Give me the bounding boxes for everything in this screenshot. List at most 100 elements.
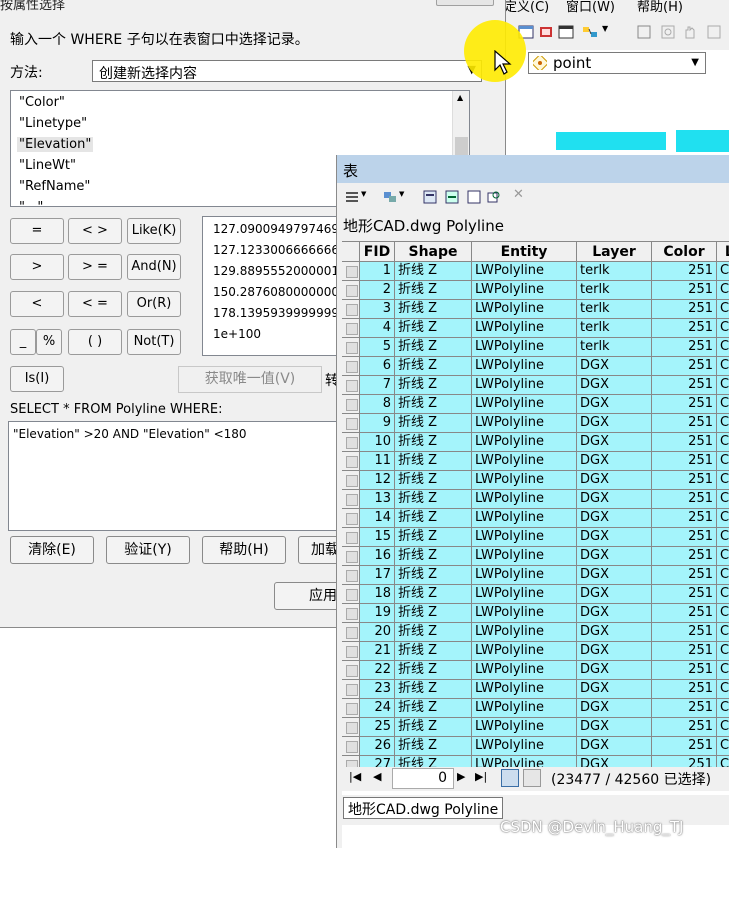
table-cell[interactable]: 折线 Z	[395, 737, 472, 756]
table-cell[interactable]: LWPolyline	[472, 376, 577, 395]
field-item[interactable]: "LineWt"	[17, 158, 78, 173]
percent-button[interactable]: %	[36, 329, 62, 355]
field-item-selected[interactable]: "Elevation"	[17, 137, 94, 152]
table-cell[interactable]: LWPolyline	[472, 414, 577, 433]
table-cell[interactable]: 2	[360, 281, 395, 300]
column-header[interactable]: FID	[360, 241, 395, 262]
table-cell[interactable]: Continu	[717, 395, 729, 414]
table-cell[interactable]: LWPolyline	[472, 718, 577, 737]
table-cell[interactable]: 折线 Z	[395, 319, 472, 338]
table-cell[interactable]: DGX	[577, 566, 652, 585]
header-row-selector[interactable]	[342, 241, 360, 262]
table-cell[interactable]: Continu	[717, 680, 729, 699]
method-dropdown[interactable]: 创建新选择内容 ▼	[92, 60, 482, 82]
table-cell[interactable]: DGX	[577, 718, 652, 737]
table-cell[interactable]: 折线 Z	[395, 547, 472, 566]
table-cell[interactable]: DGX	[577, 680, 652, 699]
table-cell[interactable]: 折线 Z	[395, 699, 472, 718]
table-cell[interactable]: LWPolyline	[472, 490, 577, 509]
field-item[interactable]: "..."	[17, 200, 45, 206]
verify-button[interactable]: 验证(Y)	[106, 536, 190, 564]
table-cell[interactable]: 折线 Z	[395, 490, 472, 509]
field-item[interactable]: "Linetype"	[17, 116, 89, 131]
table-cell[interactable]: LWPolyline	[472, 528, 577, 547]
value-item[interactable]: 127.09009497974694	[213, 222, 341, 236]
model-builder-icon[interactable]	[582, 24, 598, 40]
table-cell[interactable]: LWPolyline	[472, 699, 577, 718]
table-cell[interactable]: 251	[652, 699, 717, 718]
table-cell[interactable]: Continu	[717, 471, 729, 490]
table-cell[interactable]: DGX	[577, 452, 652, 471]
table-cell[interactable]: Continu	[717, 528, 729, 547]
table-cell[interactable]: Continu	[717, 661, 729, 680]
table-cell[interactable]: LWPolyline	[472, 547, 577, 566]
row-selector[interactable]	[342, 737, 360, 756]
table-cell[interactable]: Continu	[717, 604, 729, 623]
current-record-input[interactable]: 0	[392, 768, 454, 789]
table-cell[interactable]: 12	[360, 471, 395, 490]
table-cell[interactable]: 折线 Z	[395, 509, 472, 528]
table-cell[interactable]: DGX	[577, 395, 652, 414]
row-selector[interactable]	[342, 452, 360, 471]
column-header[interactable]: Shape	[395, 241, 472, 262]
table-cell[interactable]: 8	[360, 395, 395, 414]
scroll-thumb[interactable]	[455, 137, 468, 155]
table-cell[interactable]: DGX	[577, 661, 652, 680]
table-cell[interactable]: 251	[652, 604, 717, 623]
zoom-layer-icon[interactable]	[660, 24, 676, 40]
table-cell[interactable]: 251	[652, 262, 717, 281]
row-selector[interactable]	[342, 509, 360, 528]
row-selector[interactable]	[342, 338, 360, 357]
table-cell[interactable]: DGX	[577, 490, 652, 509]
table-cell[interactable]: LWPolyline	[472, 623, 577, 642]
table-cell[interactable]: 折线 Z	[395, 661, 472, 680]
window-icon[interactable]	[558, 24, 574, 40]
table-cell[interactable]: 3	[360, 300, 395, 319]
table-cell[interactable]: Continu	[717, 357, 729, 376]
row-selector[interactable]	[342, 718, 360, 737]
last-record-icon[interactable]: ▶|	[475, 770, 487, 783]
table-cell[interactable]: 251	[652, 471, 717, 490]
table-cell[interactable]: 26	[360, 737, 395, 756]
table-cell[interactable]: LWPolyline	[472, 642, 577, 661]
value-item[interactable]: 127.12330066666668	[213, 243, 341, 257]
chevron-down-icon[interactable]: ▼	[361, 190, 375, 204]
table-title-bar[interactable]: 表	[337, 155, 729, 183]
table-cell[interactable]: 251	[652, 281, 717, 300]
table-cell[interactable]: 5	[360, 338, 395, 357]
table-cell[interactable]: 折线 Z	[395, 300, 472, 319]
layer-select[interactable]: point ▼	[528, 52, 706, 74]
table-cell[interactable]: 22	[360, 661, 395, 680]
clear-selection-icon[interactable]	[467, 190, 481, 204]
table-cell[interactable]: Continu	[717, 623, 729, 642]
not-equal-button[interactable]: < >	[68, 218, 122, 244]
column-header[interactable]: Line	[717, 241, 729, 262]
table-cell[interactable]: 折线 Z	[395, 718, 472, 737]
table-cell[interactable]: Continu	[717, 414, 729, 433]
first-record-icon[interactable]: |◀	[349, 770, 361, 783]
table-cell[interactable]: 251	[652, 642, 717, 661]
table-cell[interactable]: Continu	[717, 699, 729, 718]
show-selected-records-icon[interactable]	[523, 769, 541, 787]
table-options-icon[interactable]	[345, 190, 359, 204]
table-cell[interactable]: Continu	[717, 566, 729, 585]
field-item[interactable]: "RefName"	[17, 179, 92, 194]
table-cell[interactable]: 251	[652, 566, 717, 585]
table-cell[interactable]: 18	[360, 585, 395, 604]
column-header[interactable]: Entity	[472, 241, 577, 262]
table-cell[interactable]: 折线 Z	[395, 623, 472, 642]
table-cell[interactable]: 1	[360, 262, 395, 281]
table-cell[interactable]: LWPolyline	[472, 433, 577, 452]
table-cell[interactable]: Continu	[717, 281, 729, 300]
table-cell[interactable]: 折线 Z	[395, 471, 472, 490]
table-cell[interactable]: LWPolyline	[472, 509, 577, 528]
equals-button[interactable]: =	[10, 218, 64, 244]
table-cell[interactable]: Continu	[717, 737, 729, 756]
table-cell[interactable]: 折线 Z	[395, 395, 472, 414]
table-cell[interactable]: DGX	[577, 585, 652, 604]
row-selector[interactable]	[342, 585, 360, 604]
refresh-icon[interactable]	[706, 24, 722, 40]
row-selector[interactable]	[342, 395, 360, 414]
table-cell[interactable]: 251	[652, 547, 717, 566]
table-cell[interactable]: 7	[360, 376, 395, 395]
